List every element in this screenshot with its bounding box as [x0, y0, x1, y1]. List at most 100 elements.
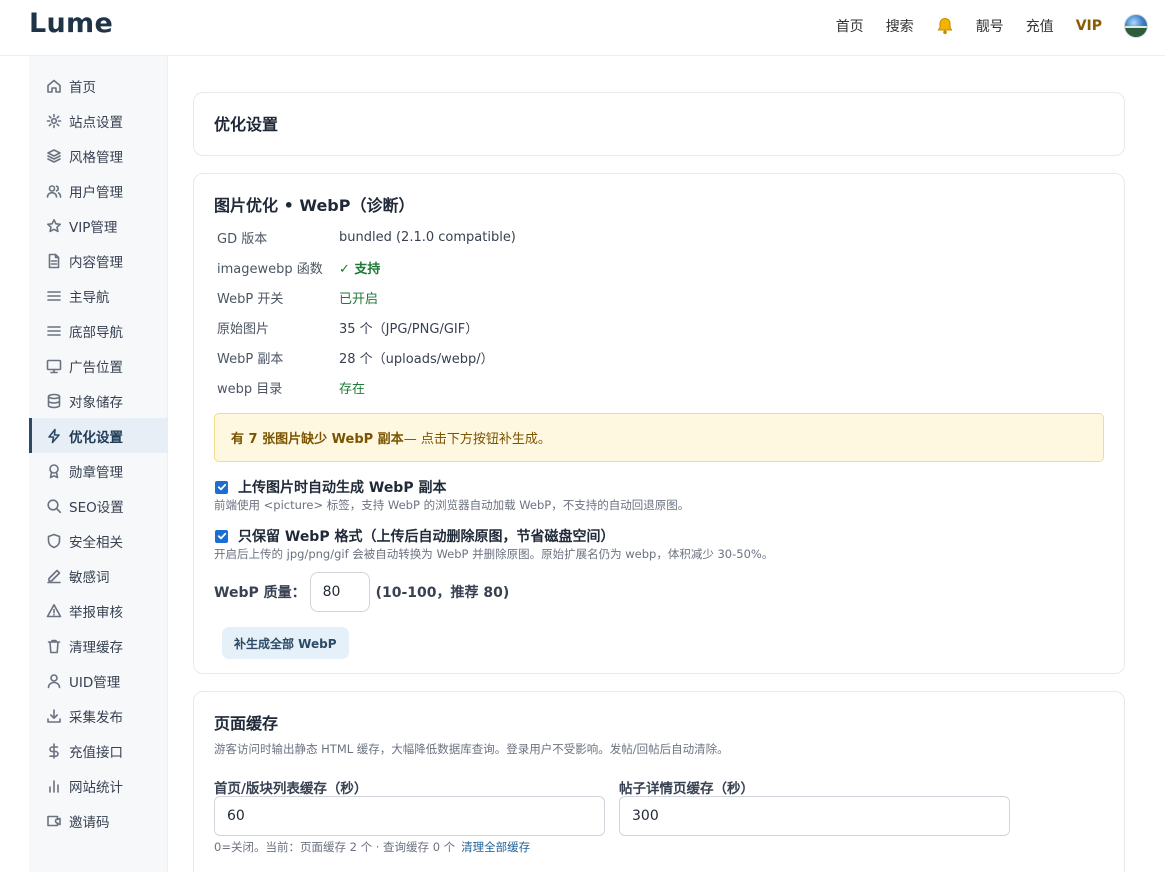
page-cache-card: 页面缓存 游客访问时输出静态 HTML 缓存，大幅降低数据库查询。登录用户不受影…	[193, 691, 1125, 872]
detail-cache-label: 帖子详情页缓存（秒）	[619, 781, 754, 797]
avatar[interactable]	[1124, 14, 1148, 38]
diag-row-webp-switch: WebP 开关 已开启	[217, 287, 378, 307]
diag-key: GD 版本	[217, 231, 268, 247]
ticket-icon	[47, 815, 61, 826]
star-icon	[47, 218, 61, 232]
webp-quality-input[interactable]: 80	[309, 572, 370, 612]
missing-webp-alert: 有 7 张图片缺少 WebP 副本 — 点击下方按钮补生成。	[214, 413, 1104, 462]
sidebar-item-label: 网站统计	[69, 779, 123, 796]
webp-quality-label: WebP 质量：	[214, 585, 306, 601]
webp-only-checkbox[interactable]	[215, 529, 228, 543]
search-icon	[47, 498, 62, 513]
sidebar-item-label: 敏感词	[69, 569, 110, 586]
diag-row-original-images: 原始图片 35 个（JPG/PNG/GIF）	[217, 317, 478, 337]
webp-only-option[interactable]: 只保留 WebP 格式（上传后自动删除原图，节省磁盘空间）	[215, 526, 614, 546]
detail-cache-input[interactable]: 300	[619, 796, 1010, 836]
sidebar-item-collect-publish[interactable]: 采集发布	[29, 698, 168, 733]
sidebar-item-label: 主导航	[69, 289, 110, 306]
sidebar-item-ads[interactable]: 广告位置	[29, 348, 168, 383]
diag-key: 原始图片	[217, 321, 270, 337]
sidebar-item-themes[interactable]: 风格管理	[29, 138, 168, 173]
sidebar-item-vip[interactable]: VIP管理	[29, 208, 168, 243]
webp-only-hint: 开启后上传的 jpg/png/gif 会被自动转换为 WebP 并删除原图。原始…	[214, 547, 774, 561]
webp-card: 图片优化 • WebP（诊断） GD 版本 bundled (2.1.0 com…	[193, 173, 1125, 674]
sidebar-item-badges[interactable]: 勋章管理	[29, 453, 168, 488]
database-icon	[47, 393, 61, 408]
download-icon	[47, 708, 61, 723]
sidebar-item-reports[interactable]: 举报审核	[29, 593, 168, 628]
diag-row-webp-dir: webp 目录 存在	[217, 377, 365, 397]
sidebar-item-label: 举报审核	[69, 604, 123, 621]
diag-value: 28 个（uploads/webp/）	[339, 351, 494, 367]
trash-icon	[47, 639, 61, 653]
sidebar-item-label: 优化设置	[69, 429, 123, 446]
sidebar-item-clear-cache[interactable]: 清理缓存	[29, 628, 168, 663]
warning-icon	[46, 603, 62, 617]
nav-pretty-id[interactable]: 靓号	[976, 16, 1004, 36]
gear-icon	[46, 113, 62, 128]
sidebar-item-label: 风格管理	[69, 149, 123, 166]
auto-webp-checkbox[interactable]	[215, 480, 228, 494]
diag-value: 35 个（JPG/PNG/GIF）	[339, 321, 479, 337]
sidebar-item-content[interactable]: 内容管理	[29, 243, 168, 278]
diag-key: WebP 开关	[217, 291, 284, 307]
users-icon	[46, 184, 62, 198]
sidebar-item-users[interactable]: 用户管理	[29, 173, 168, 208]
clear-all-cache-link[interactable]: 清理全部缓存	[461, 840, 530, 854]
bell-icon[interactable]	[936, 16, 954, 36]
lightning-icon	[48, 428, 60, 443]
sidebar-item-label: 广告位置	[69, 359, 123, 376]
cache-status: 0=关闭。当前：页面缓存 2 个 · 查询缓存 0 个清理全部缓存	[214, 839, 530, 855]
sidebar-item-uid[interactable]: UID管理	[29, 663, 168, 698]
nav-search[interactable]: 搜索	[886, 16, 914, 36]
page-title-card: 优化设置	[193, 92, 1125, 156]
regenerate-webp-button[interactable]: 补生成全部 WebP	[222, 627, 349, 659]
diag-value: 存在	[339, 381, 366, 397]
diag-value: 已开启	[339, 291, 379, 307]
sidebar-item-storage[interactable]: 对象储存	[29, 383, 168, 418]
sidebar-item-invite-codes[interactable]: 邀请码	[29, 803, 168, 838]
sidebar-item-sensitive-words[interactable]: 敏感词	[29, 558, 168, 593]
list-cache-input[interactable]: 60	[214, 796, 605, 836]
document-icon	[48, 253, 60, 268]
nav-home[interactable]: 首页	[836, 16, 864, 36]
sidebar-item-label: 勋章管理	[69, 464, 123, 481]
sidebar-item-optimization[interactable]: 优化设置	[29, 418, 168, 453]
sidebar-item-main-nav[interactable]: 主导航	[29, 278, 168, 313]
sidebar-item-home[interactable]: 首页	[29, 68, 168, 103]
alert-strong: 有 7 张图片缺少 WebP 副本	[231, 432, 404, 447]
sidebar-item-seo[interactable]: SEO设置	[29, 488, 168, 523]
diag-value: bundled (2.1.0 compatible)	[339, 229, 516, 245]
sidebar-item-label: 对象储存	[69, 394, 123, 411]
diag-row-gd-version: GD 版本 bundled (2.1.0 compatible)	[217, 227, 516, 247]
menu-icon	[47, 325, 61, 336]
sidebar-item-statistics[interactable]: 网站统计	[29, 768, 168, 803]
top-nav: 首页 搜索 靓号 充值 VIP	[814, 11, 1148, 41]
diag-row-imagewebp: imagewebp 函数 ✓ 支持	[217, 257, 380, 277]
brand-logo[interactable]: Lume	[29, 8, 113, 39]
sidebar-item-label: SEO设置	[69, 499, 124, 516]
cache-status-text: 0=关闭。当前：页面缓存 2 个 · 查询缓存 0 个	[214, 840, 456, 854]
list-cache-label: 首页/版块列表缓存（秒）	[214, 781, 368, 797]
diag-row-webp-copies: WebP 副本 28 个（uploads/webp/）	[217, 347, 494, 367]
webp-only-label: 只保留 WebP 格式（上传后自动删除原图，节省磁盘空间）	[238, 529, 615, 545]
alert-text: — 点击下方按钮补生成。	[403, 432, 551, 447]
nav-vip[interactable]: VIP	[1076, 18, 1102, 34]
sidebar-item-site-settings[interactable]: 站点设置	[29, 103, 168, 138]
bar-chart-icon	[49, 779, 59, 793]
auto-webp-option[interactable]: 上传图片时自动生成 WebP 副本	[215, 477, 446, 497]
sidebar-item-footer-nav[interactable]: 底部导航	[29, 313, 168, 348]
shield-icon	[47, 533, 61, 548]
webp-quality-note: (10-100，推荐 80)	[375, 585, 510, 601]
sidebar-item-security[interactable]: 安全相关	[29, 523, 168, 558]
sidebar-item-label: 首页	[69, 79, 96, 96]
pen-icon	[47, 569, 61, 583]
auto-webp-hint: 前端使用 <picture> 标签，支持 WebP 的浏览器自动加载 WebP，…	[214, 498, 690, 512]
sidebar-item-label: 用户管理	[69, 184, 123, 201]
home-icon	[47, 79, 61, 93]
user-icon	[47, 673, 61, 688]
award-icon	[49, 463, 59, 478]
sidebar-item-payment-api[interactable]: 充值接口	[29, 733, 168, 768]
sidebar-item-label: 邀请码	[69, 814, 110, 831]
nav-recharge[interactable]: 充值	[1026, 16, 1054, 36]
